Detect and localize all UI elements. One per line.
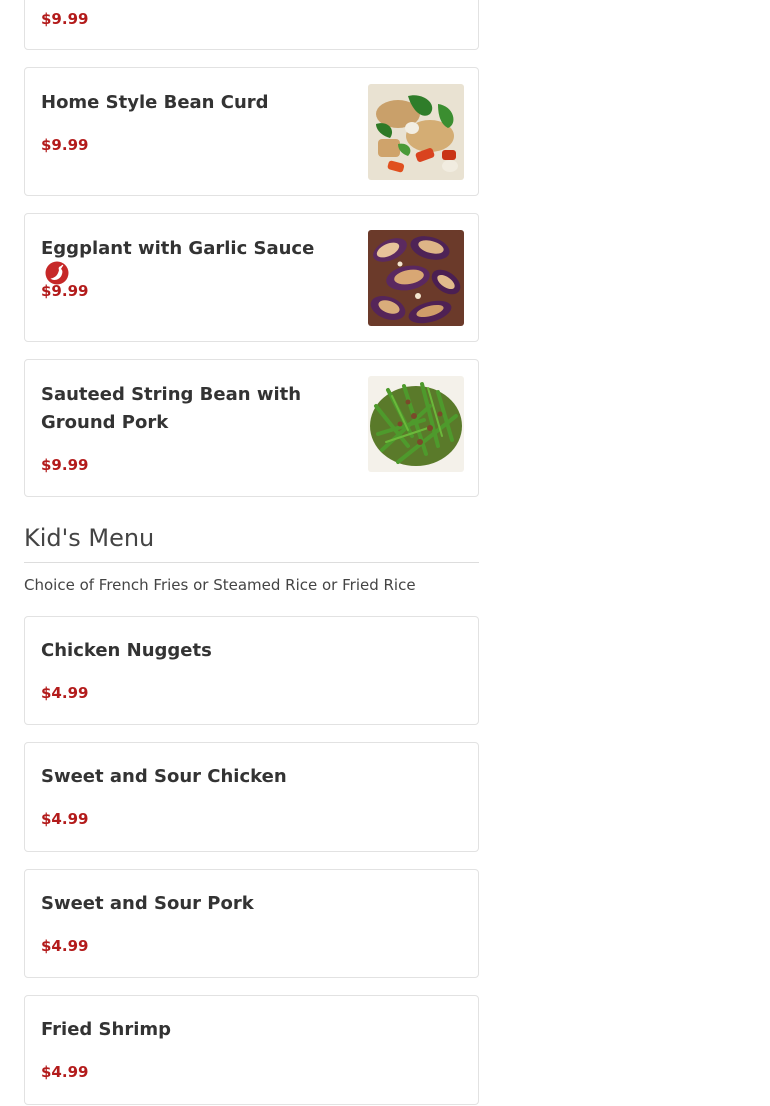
item-price: $4.99	[41, 684, 89, 702]
string-bean-photo	[368, 376, 464, 472]
item-price: $9.99	[41, 456, 89, 474]
bean-curd-photo	[368, 84, 464, 180]
menu-item-card[interactable]: $9.99	[24, 0, 479, 50]
item-price: $4.99	[41, 937, 89, 955]
menu-item-card[interactable]: Chicken Nuggets $4.99	[24, 616, 479, 725]
item-name: Chicken Nuggets	[41, 640, 212, 661]
item-price: $9.99	[41, 10, 89, 28]
item-name: Sweet and Sour Pork	[41, 893, 254, 914]
menu-item-card[interactable]: Sweet and Sour Pork $4.99	[24, 869, 479, 978]
item-price: $4.99	[41, 1063, 89, 1081]
menu-item-card[interactable]: Fried Shrimp $4.99	[24, 995, 479, 1105]
item-name-text: Eggplant with Garlic Sauce	[41, 238, 315, 259]
item-price: $9.99	[41, 282, 89, 300]
item-price: $9.99	[41, 136, 89, 154]
menu-item-card[interactable]: Sauteed String Bean with Ground Pork $9.…	[24, 359, 479, 497]
menu-item-card[interactable]: Sweet and Sour Chicken $4.99	[24, 742, 479, 852]
menu-item-card[interactable]: Eggplant with Garlic Sauce $9.99	[24, 213, 479, 342]
section-description: Choice of French Fries or Steamed Rice o…	[24, 576, 416, 594]
item-price: $4.99	[41, 810, 89, 828]
item-name: Fried Shrimp	[41, 1019, 172, 1040]
section-divider	[24, 562, 479, 563]
menu-item-card[interactable]: Home Style Bean Curd $9.99	[24, 67, 479, 196]
item-name: Sauteed String Bean with Ground Pork	[41, 384, 302, 433]
section-title: Kid's Menu	[24, 524, 155, 552]
item-name: Home Style Bean Curd	[41, 92, 269, 113]
eggplant-photo	[368, 230, 464, 326]
item-name: Sweet and Sour Chicken	[41, 766, 287, 787]
